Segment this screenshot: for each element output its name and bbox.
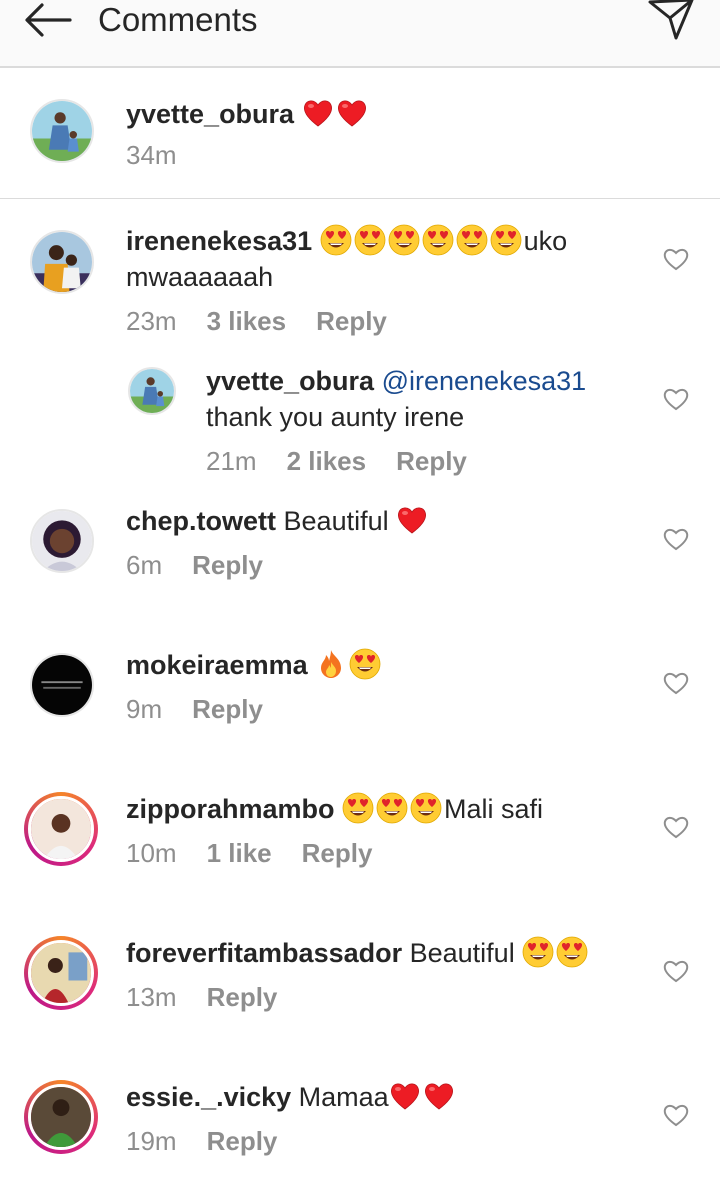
heart-eyes-icon: [456, 224, 488, 256]
comment-time: 13m: [126, 982, 177, 1012]
heart-eyes-icon: [320, 224, 352, 256]
like-heart-icon[interactable]: [663, 387, 689, 411]
comment-time: 9m: [126, 694, 163, 724]
comment-time: 19m: [126, 1126, 177, 1156]
like-heart-icon[interactable]: [663, 815, 689, 839]
paper-plane-icon: [648, 0, 694, 40]
comment-username[interactable]: yvette_obura: [126, 99, 294, 129]
red-heart-icon: [302, 97, 334, 129]
likes-count[interactable]: 2 likes: [287, 446, 367, 476]
mention-link[interactable]: @irenenekesa31: [382, 366, 587, 396]
reply-button[interactable]: Reply: [192, 550, 263, 580]
heart-eyes-icon: [422, 224, 454, 256]
heart-eyes-icon: [376, 792, 408, 824]
like-heart-icon[interactable]: [663, 671, 689, 695]
top-bar: Comments: [0, 0, 720, 68]
comment-username[interactable]: yvette_obura: [206, 366, 374, 396]
comment-text: thank you aunty irene: [206, 402, 465, 432]
red-heart-icon: [423, 1080, 455, 1112]
avatar[interactable]: [30, 99, 94, 163]
heart-eyes-icon: [342, 792, 374, 824]
like-heart-icon[interactable]: [663, 247, 689, 271]
arrow-left-icon: [25, 3, 72, 37]
heart-eyes-icon: [388, 224, 420, 256]
comment-text: uko: [523, 226, 568, 256]
reply-button[interactable]: Reply: [207, 1126, 278, 1156]
heart-eyes-icon: [522, 936, 554, 968]
red-heart-icon: [389, 1080, 421, 1112]
comment-time: 23m: [126, 306, 177, 336]
avatar[interactable]: [24, 936, 98, 1010]
comment-text: mwaaaaaah: [126, 262, 274, 292]
reply-button[interactable]: Reply: [207, 982, 278, 1012]
comment-time: 21m: [206, 446, 257, 476]
reply-button[interactable]: Reply: [396, 446, 467, 476]
reply-button[interactable]: Reply: [192, 694, 263, 724]
fire-icon: [315, 648, 347, 680]
comment-text: Beautiful: [283, 506, 389, 536]
comment-username[interactable]: irenenekesa31: [126, 226, 312, 256]
comment-username[interactable]: zipporahmambo: [126, 794, 335, 824]
comment-time: 6m: [126, 550, 163, 580]
red-heart-icon: [396, 504, 428, 536]
like-heart-icon[interactable]: [663, 959, 689, 983]
reply-button[interactable]: Reply: [316, 306, 387, 336]
caption-row: yvette_obura 34m: [0, 68, 720, 199]
comment-time: 10m: [126, 838, 177, 868]
like-heart-icon[interactable]: [663, 1103, 689, 1127]
comment-username[interactable]: mokeiraemma: [126, 650, 308, 680]
heart-eyes-icon: [410, 792, 442, 824]
avatar[interactable]: [128, 367, 176, 415]
like-heart-icon[interactable]: [663, 527, 689, 551]
avatar[interactable]: [24, 1080, 98, 1154]
avatar[interactable]: [24, 792, 98, 866]
comment-time: 34m: [126, 140, 177, 170]
share-button[interactable]: [646, 0, 696, 44]
heart-eyes-icon: [349, 648, 381, 680]
comment-username[interactable]: foreverfitambassador: [126, 938, 402, 968]
heart-eyes-icon: [490, 224, 522, 256]
comment-username[interactable]: chep.towett: [126, 506, 276, 536]
avatar[interactable]: [30, 230, 94, 294]
avatar[interactable]: [30, 653, 94, 717]
comment-text: Beautiful: [409, 938, 515, 968]
page-title: Comments: [98, 1, 258, 38]
comment-text: Mali safi: [444, 794, 544, 824]
reply-button[interactable]: Reply: [302, 838, 373, 868]
comment-text: Mamaa: [298, 1082, 389, 1112]
comment-username[interactable]: essie._.vicky: [126, 1082, 291, 1112]
likes-count[interactable]: 3 likes: [207, 306, 287, 336]
likes-count[interactable]: 1 like: [207, 838, 272, 868]
heart-eyes-icon: [354, 224, 386, 256]
red-heart-icon: [336, 97, 368, 129]
back-button[interactable]: [20, 0, 76, 40]
heart-eyes-icon: [556, 936, 588, 968]
avatar[interactable]: [30, 509, 94, 573]
